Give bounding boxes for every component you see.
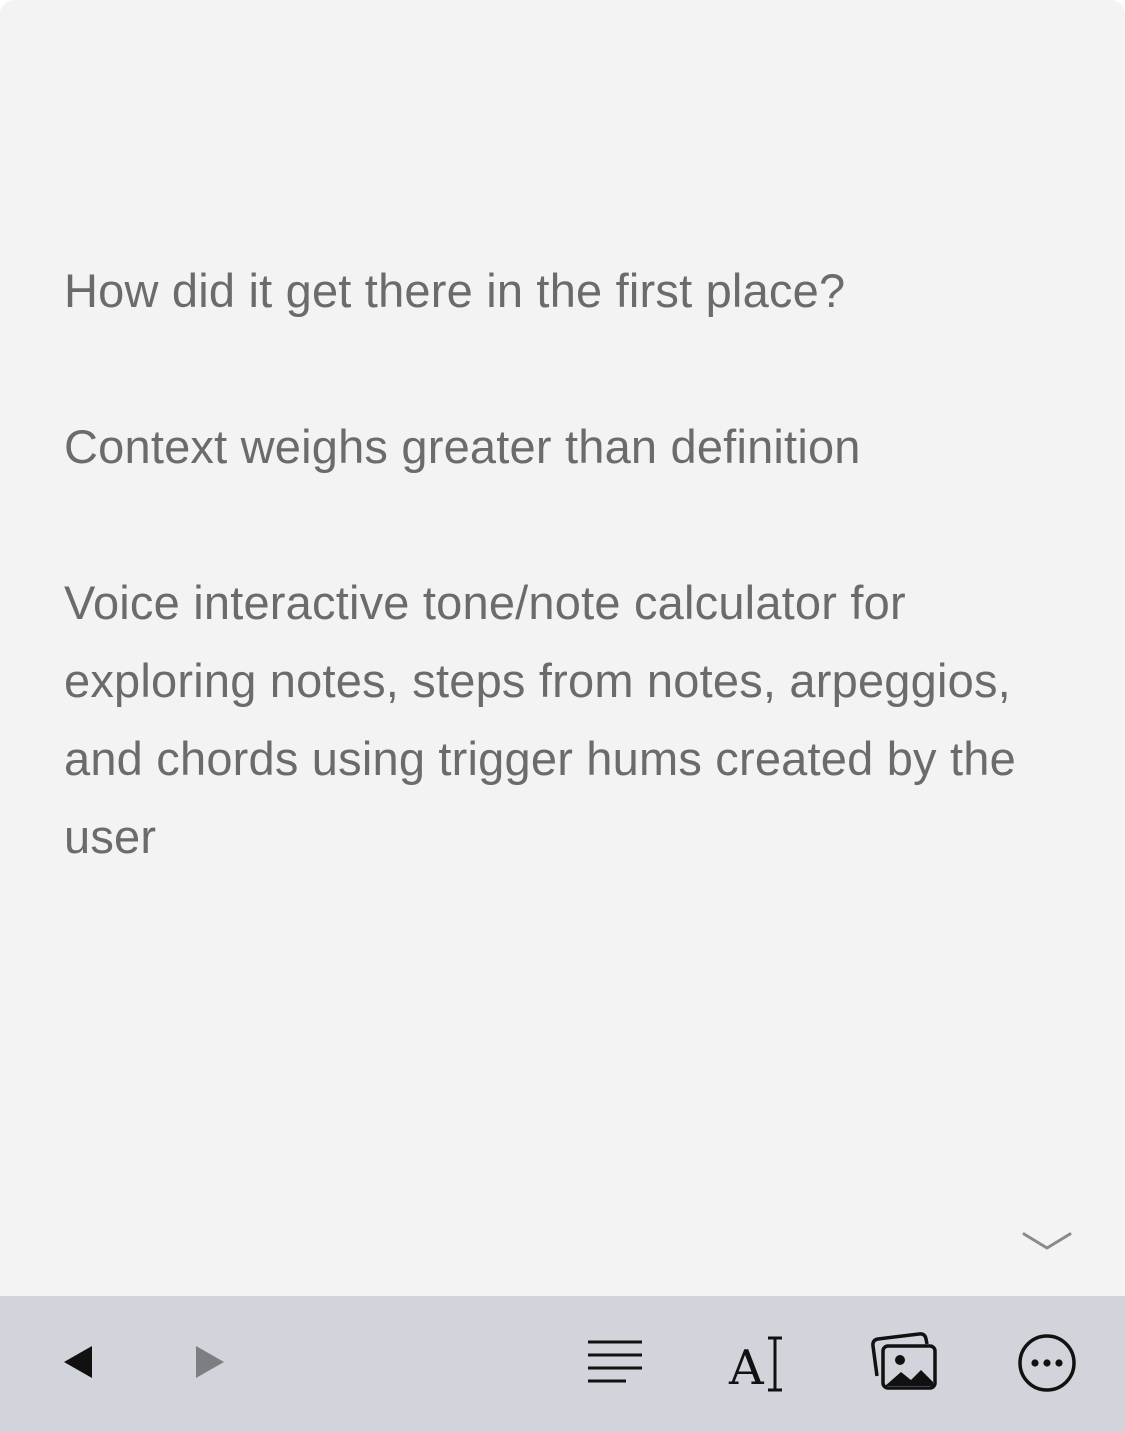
paragraph-lines-icon — [588, 1340, 642, 1383]
note-paragraph-2: Context weighs greater than definition — [64, 420, 861, 473]
text-style-glyph: A — [728, 1340, 765, 1394]
back-triangle-icon — [64, 1346, 92, 1378]
undo-back-button[interactable] — [46, 1326, 110, 1398]
paragraph-format-button[interactable] — [578, 1326, 652, 1398]
note-editor: How did it get there in the first place?… — [0, 0, 1125, 1432]
insert-photo-button[interactable] — [864, 1326, 942, 1398]
note-paragraph-1: How did it get there in the first place? — [64, 264, 846, 317]
ellipsis-circle-icon — [1018, 1334, 1076, 1392]
text-style-icon: A — [728, 1336, 782, 1394]
more-options-button[interactable] — [1012, 1328, 1082, 1398]
redo-forward-button[interactable] — [178, 1326, 242, 1398]
note-paragraph-3: Voice interactive tone/note calculator f… — [64, 576, 1016, 863]
collapse-toolbar-button[interactable] — [1018, 1224, 1076, 1258]
chevron-down-icon — [1022, 1232, 1072, 1250]
bottom-toolbar: A — [0, 1296, 1125, 1432]
forward-triangle-icon — [196, 1346, 224, 1378]
text-style-button[interactable]: A — [722, 1322, 796, 1402]
note-text-area[interactable]: How did it get there in the first place?… — [64, 252, 1054, 954]
photos-icon — [871, 1332, 937, 1390]
